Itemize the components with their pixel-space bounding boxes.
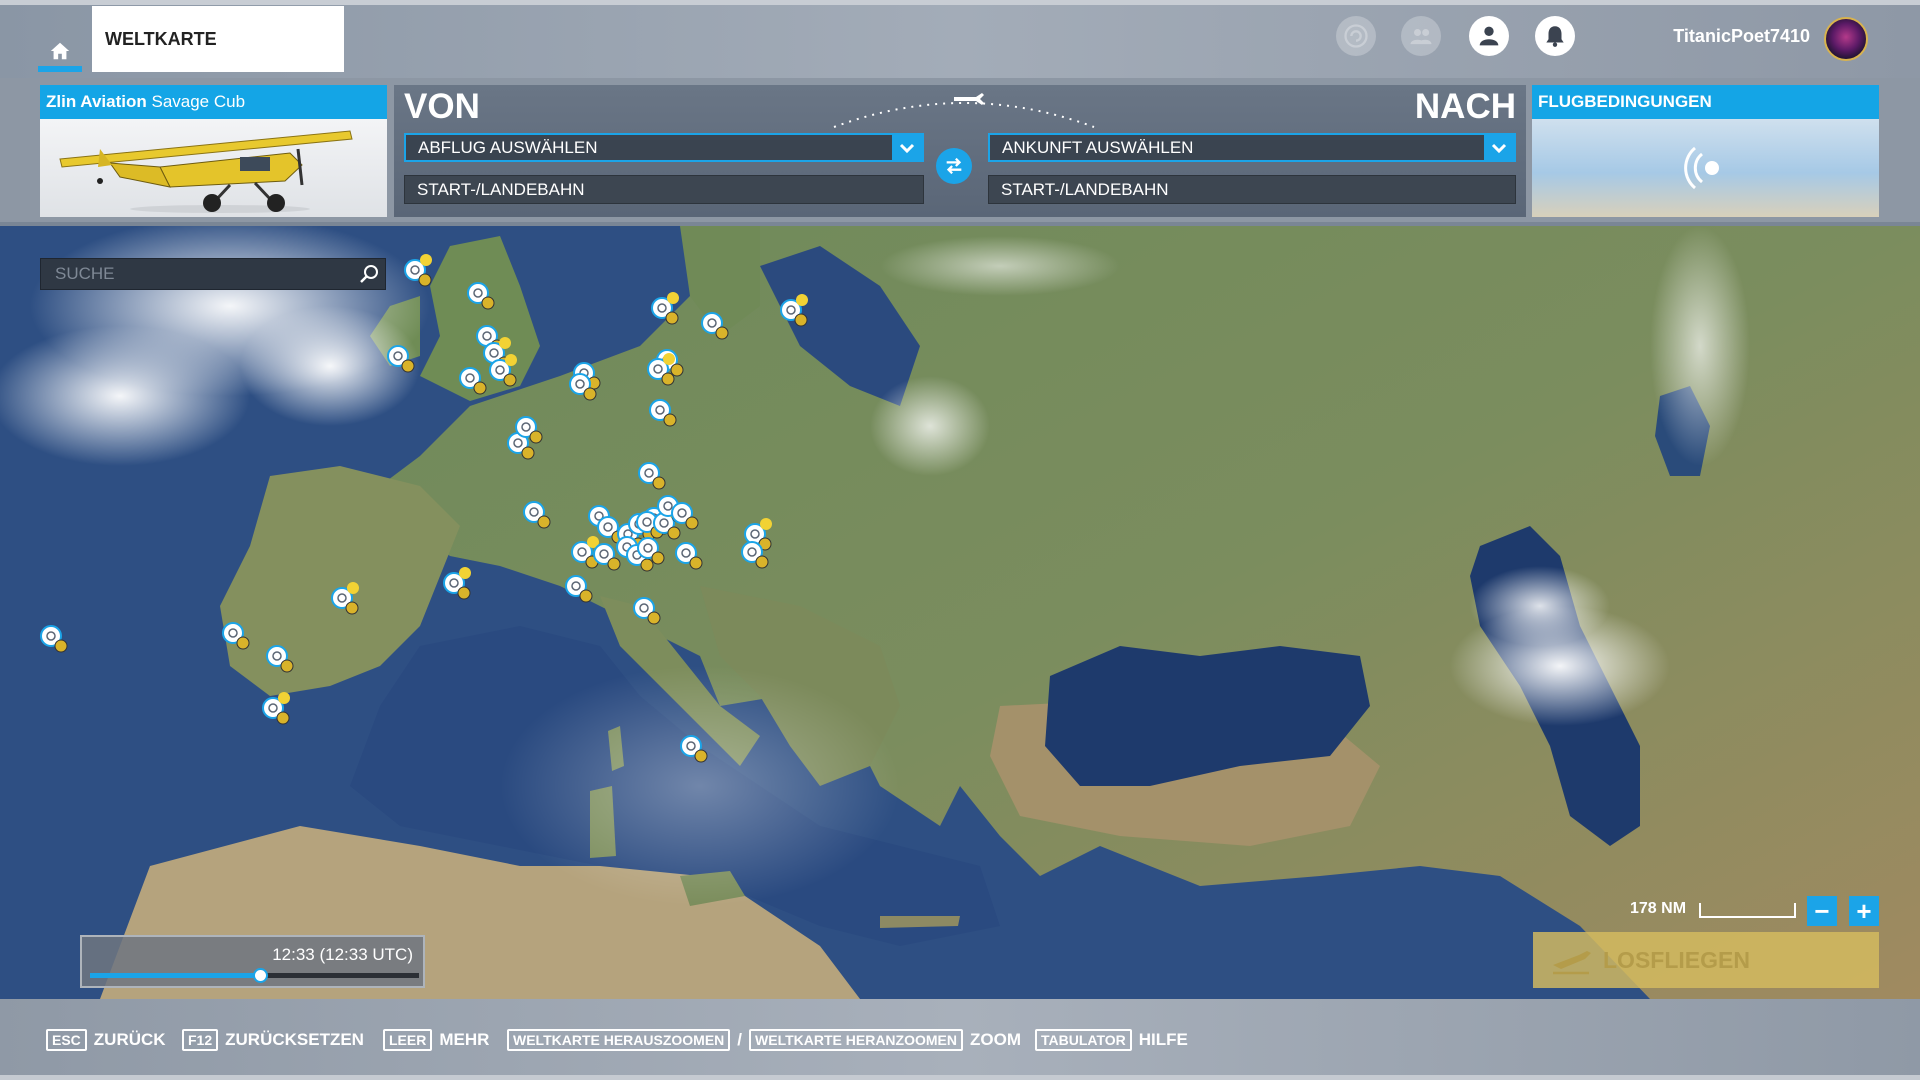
arrival-select-value: ANKUNFT AUSWÄHLEN: [1002, 138, 1194, 157]
poi-marker[interactable]: [387, 345, 415, 373]
aircraft-illustration: [59, 130, 353, 213]
route-arc: [833, 93, 1095, 128]
hint-reset-label: ZURÜCKSETZEN: [225, 1030, 364, 1049]
hint-more[interactable]: LEER MEHR: [383, 1029, 489, 1051]
search-input[interactable]: SUCHE: [40, 258, 386, 290]
hint-help[interactable]: TABULATOR HILFE: [1035, 1029, 1188, 1051]
aircraft-model: Savage Cub: [151, 92, 246, 111]
key-esc: ESC: [46, 1029, 87, 1051]
key-tab: TABULATOR: [1035, 1029, 1132, 1051]
home-active-indicator: [38, 66, 82, 72]
aircraft-header: Zlin Aviation Savage Cub: [40, 85, 387, 119]
swap-route-button[interactable]: [936, 148, 972, 184]
to-label: NACH: [1414, 87, 1516, 126]
activity-button[interactable]: [1336, 16, 1376, 56]
conditions-preview: [1532, 119, 1879, 217]
arrival-select[interactable]: ANKUNFT AUSWÄHLEN: [988, 133, 1516, 162]
arrival-dropdown-button[interactable]: [1484, 135, 1514, 160]
world-map[interactable]: [0, 226, 1920, 999]
avatar[interactable]: [1824, 17, 1868, 61]
conditions-card[interactable]: FLUGBEDINGUNGEN: [1532, 85, 1879, 217]
search-placeholder: SUCHE: [55, 264, 115, 283]
departure-select[interactable]: ABFLUG AUSWÄHLEN: [404, 133, 924, 162]
zoom-out-button[interactable]: −: [1807, 896, 1837, 926]
fly-button-label: LOSFLIEGEN: [1603, 946, 1750, 973]
conditions-title: FLUGBEDINGUNGEN: [1532, 85, 1879, 119]
swap-icon: [946, 157, 962, 175]
poi-marker[interactable]: [780, 294, 808, 327]
live-weather-icon: [1683, 146, 1719, 190]
username[interactable]: TitanicPoet7410: [1640, 26, 1810, 47]
zoom-in-label: +: [1856, 896, 1872, 926]
poi-marker[interactable]: [523, 501, 551, 529]
poi-marker[interactable]: [638, 462, 666, 490]
from-label: VON: [404, 87, 480, 126]
key-f12: F12: [182, 1029, 219, 1051]
key-zoom-in: WELTKARTE HERANZOOMEN: [749, 1029, 963, 1051]
fly-button[interactable]: LOSFLIEGEN: [1533, 932, 1879, 988]
friends-button[interactable]: [1401, 16, 1441, 56]
home-icon: [50, 42, 70, 60]
aircraft-brand: Zlin Aviation: [46, 92, 147, 111]
time-display: 12:33 (12:33 UTC): [272, 945, 413, 964]
hint-zoom[interactable]: WELTKARTE HERAUSZOOMEN / WELTKARTE HERAN…: [507, 1029, 1021, 1051]
takeoff-icon: [1553, 951, 1591, 975]
map-scale-bar: [1699, 903, 1796, 918]
poi-marker[interactable]: [266, 645, 294, 673]
aircraft-image: [40, 119, 387, 217]
hint-back[interactable]: ESC ZURÜCK: [46, 1029, 166, 1051]
poi-marker[interactable]: [262, 692, 290, 725]
poi-marker[interactable]: [651, 292, 679, 325]
hint-zoom-label: ZOOM: [969, 1030, 1021, 1049]
poi-marker[interactable]: [467, 282, 495, 310]
poi-marker[interactable]: [331, 582, 359, 615]
poi-marker[interactable]: [671, 502, 699, 530]
key-space: LEER: [383, 1029, 433, 1051]
tab-weltkarte-label: WELTKARTE: [105, 28, 217, 49]
profile-button[interactable]: [1469, 16, 1509, 56]
aircraft-card[interactable]: Zlin Aviation Savage Cub: [40, 85, 387, 217]
tab-weltkarte[interactable]: WELTKARTE: [92, 6, 344, 72]
poi-marker[interactable]: [649, 399, 677, 427]
chevron-down-icon: [899, 143, 915, 153]
departure-runway-field[interactable]: START-/LANDEBAHN: [404, 175, 924, 204]
hint-back-label: ZURÜCK: [93, 1030, 166, 1049]
poi-marker[interactable]: [680, 735, 708, 763]
time-of-day-panel: 12:33 (12:33 UTC): [80, 935, 425, 988]
notifications-button[interactable]: [1535, 16, 1575, 56]
arrival-runway-field[interactable]: START-/LANDEBAHN: [988, 175, 1516, 204]
departure-dropdown-button[interactable]: [892, 135, 922, 160]
poi-marker[interactable]: [701, 312, 729, 340]
zoom-out-label: −: [1814, 896, 1830, 926]
arrival-runway-value: START-/LANDEBAHN: [1001, 180, 1169, 199]
poi-marker[interactable]: [443, 567, 471, 600]
poi-marker[interactable]: [459, 367, 487, 395]
map-scale-label: 178 NM: [1630, 900, 1687, 917]
poi-marker[interactable]: [633, 597, 661, 625]
poi-marker[interactable]: [404, 254, 432, 287]
profile-icon: [1479, 26, 1499, 46]
chevron-down-icon: [1491, 143, 1507, 153]
departure-runway-value: START-/LANDEBAHN: [417, 180, 585, 199]
poi-marker[interactable]: [565, 575, 593, 603]
poi-marker[interactable]: [40, 625, 68, 653]
hint-more-label: MEHR: [439, 1030, 490, 1049]
hint-zoom-separator: /: [737, 1030, 743, 1049]
time-slider-fill: [90, 973, 262, 978]
poi-layer: [40, 254, 808, 763]
poi-marker[interactable]: [675, 542, 703, 570]
hint-reset[interactable]: F12 ZURÜCKSETZEN: [182, 1029, 364, 1051]
time-slider-handle[interactable]: [253, 968, 269, 983]
friends-icon: [1410, 29, 1432, 45]
search-icon[interactable]: [357, 262, 381, 286]
key-zoom-out: WELTKARTE HERAUSZOOMEN: [507, 1029, 731, 1051]
time-slider[interactable]: [90, 968, 419, 983]
notification-icon: [1546, 26, 1564, 47]
zoom-in-button[interactable]: +: [1849, 896, 1879, 926]
departure-select-value: ABFLUG AUSWÄHLEN: [418, 138, 598, 157]
activity-icon: [1344, 24, 1368, 48]
poi-marker[interactable]: [222, 622, 250, 650]
route-panel: VON NACH ABFLUG AUSWÄHLEN START-/LANDEBA…: [394, 85, 1526, 217]
hint-help-label: HILFE: [1138, 1030, 1188, 1049]
